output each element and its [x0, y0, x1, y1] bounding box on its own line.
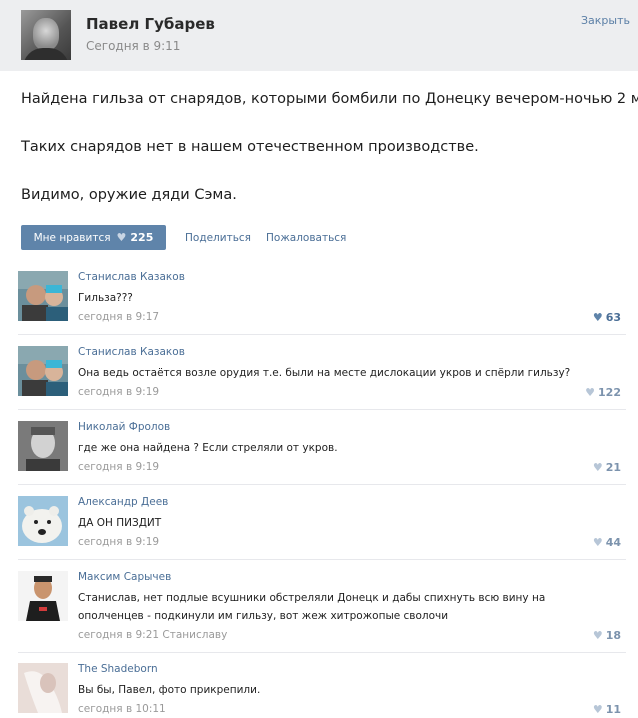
commenter-name[interactable]: Станислав Казаков: [78, 271, 185, 283]
comment-like-count: 18: [605, 629, 621, 642]
commenter-avatar[interactable]: [18, 271, 68, 321]
heart-icon: ♥: [592, 703, 603, 716]
comment-like[interactable]: ♥ 21: [593, 461, 621, 474]
commenter-name[interactable]: The Shadeborn: [78, 663, 158, 675]
avatar-photo: [18, 571, 68, 621]
post-paragraph: Таких снарядов нет в нашем отечественном…: [21, 139, 479, 155]
commenter-avatar[interactable]: [18, 496, 68, 546]
comment-text: Вы бы, Павел, фото прикрепили.: [78, 684, 261, 696]
commenter-avatar[interactable]: [18, 663, 68, 713]
comment-time[interactable]: сегодня в 10:11: [78, 703, 166, 715]
commenter-name[interactable]: Николай Фролов: [78, 421, 170, 433]
avatar-photo: [18, 346, 68, 396]
comment-text: Она ведь остаётся возле орудия т.е. были…: [78, 367, 571, 379]
comment-divider: [18, 559, 626, 560]
comment-divider: [18, 484, 626, 485]
heart-icon: ♥: [585, 386, 596, 399]
comment-text: ДА ОН ПИЗДИТ: [78, 517, 162, 529]
comment-like-count: 11: [605, 703, 621, 716]
comment-time[interactable]: сегодня в 9:19: [78, 536, 159, 548]
comment-like[interactable]: ♥ 18: [593, 629, 621, 642]
heart-icon: ♥: [116, 231, 127, 244]
report-link[interactable]: Пожаловаться: [266, 232, 346, 244]
comment-like-count: 44: [605, 536, 621, 549]
share-link[interactable]: Поделиться: [185, 232, 251, 244]
avatar-shoulders: [23, 48, 69, 60]
post-time: Сегодня в 9:11: [86, 39, 181, 53]
avatar-photo: [18, 421, 68, 471]
author-avatar[interactable]: [21, 10, 71, 60]
like-button[interactable]: Мне нравится ♥ 225: [21, 225, 166, 250]
comment-like-count: 21: [605, 461, 621, 474]
post-paragraph: Найдена гильза от снарядов, которыми бом…: [21, 91, 638, 107]
comment-like[interactable]: ♥ 122: [585, 386, 621, 399]
comment-time[interactable]: сегодня в 9:19: [78, 461, 159, 473]
post-body: Найдена гильза от снарядов, которыми бом…: [21, 90, 638, 234]
comment-text: где же она найдена ? Если стреляли от ук…: [78, 442, 338, 454]
heart-icon: ♥: [592, 311, 603, 324]
comment-like[interactable]: ♥ 44: [593, 536, 621, 549]
comment-like-count: 63: [605, 311, 621, 324]
close-link[interactable]: Закрыть: [581, 14, 630, 27]
avatar-photo: [18, 271, 68, 321]
heart-icon: ♥: [592, 629, 603, 642]
comment-divider: [18, 334, 626, 335]
comment-like[interactable]: ♥ 11: [593, 703, 621, 716]
commenter-name[interactable]: Александр Деев: [78, 496, 168, 508]
heart-icon: ♥: [592, 536, 603, 549]
comment-text: Станислав, нет подлые всушники обстрелял…: [78, 592, 546, 622]
commenter-avatar[interactable]: [18, 421, 68, 471]
like-count: 225: [130, 231, 154, 244]
comment-text: Гильза???: [78, 292, 133, 304]
avatar-face: [33, 18, 59, 50]
author-name[interactable]: Павел Губарев: [86, 15, 215, 33]
post-paragraph: Видимо, оружие дяди Сэма.: [21, 187, 237, 203]
post-header: Павел Губарев Сегодня в 9:11 Закрыть: [0, 0, 638, 71]
comment-divider: [18, 652, 626, 653]
commenter-name[interactable]: Станислав Казаков: [78, 346, 185, 358]
comment-divider: [18, 409, 626, 410]
comment-time-text: сегодня в 9:21: [78, 629, 160, 641]
commenter-avatar[interactable]: [18, 571, 68, 621]
comment-like[interactable]: ♥ 63: [593, 311, 621, 324]
avatar-photo: [18, 663, 68, 713]
commenter-avatar[interactable]: [18, 346, 68, 396]
comment-time[interactable]: сегодня в 9:19: [78, 386, 159, 398]
comment-time[interactable]: сегодня в 9:21 Станиславу: [78, 629, 227, 641]
avatar-photo: [18, 496, 68, 546]
like-button-label: Мне нравится: [33, 231, 111, 244]
comment-like-count: 122: [598, 386, 621, 399]
heart-icon: ♥: [592, 461, 603, 474]
reply-to-label[interactable]: Станиславу: [162, 629, 227, 641]
commenter-name[interactable]: Максим Сарычев: [78, 571, 171, 583]
comment-time[interactable]: сегодня в 9:17: [78, 311, 159, 323]
